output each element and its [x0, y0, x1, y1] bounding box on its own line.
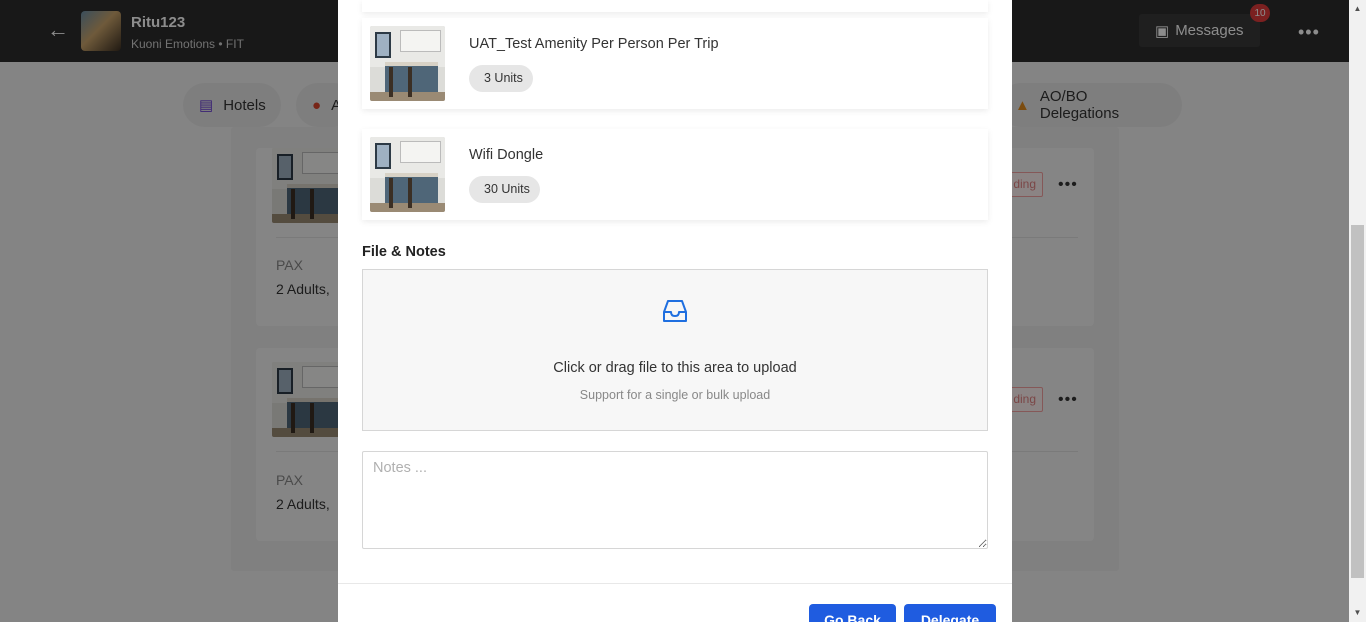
scroll-thumb[interactable] [1351, 225, 1364, 578]
file-notes-title: File & Notes [362, 244, 446, 260]
go-back-button[interactable]: Go Back [809, 604, 896, 622]
amenity-thumbnail [370, 137, 445, 212]
scroll-down-arrow-icon[interactable]: ▼ [1349, 608, 1366, 617]
amenity-units-badge: 30 Units [469, 176, 540, 203]
file-upload-dropzone[interactable]: Click or drag file to this area to uploa… [362, 269, 988, 431]
scroll-up-arrow-icon[interactable]: ▲ [1349, 4, 1366, 13]
amenity-name: UAT_Test Amenity Per Person Per Trip [469, 36, 719, 52]
page-scrollbar[interactable]: ▲ ▼ [1349, 0, 1366, 622]
upload-title: Click or drag file to this area to uploa… [553, 360, 797, 376]
modal-footer-divider [338, 583, 1012, 584]
delegate-button[interactable]: Delegate [904, 604, 996, 622]
amenity-card: UAT_Test Amenity Per Person Per Trip 3 U… [362, 18, 988, 109]
amenity-units-badge: 3 Units [469, 65, 533, 92]
amenity-card: Wifi Dongle 30 Units [362, 129, 988, 220]
amenity-card-partial [362, 0, 988, 12]
amenity-name: Wifi Dongle [469, 147, 544, 163]
upload-hint: Support for a single or bulk upload [579, 388, 771, 402]
inbox-icon [663, 300, 687, 322]
amenity-thumbnail [370, 26, 445, 101]
delegate-modal: UAT_Test Amenity Per Person Per Trip 3 U… [338, 0, 1012, 622]
notes-textarea[interactable] [362, 451, 988, 549]
